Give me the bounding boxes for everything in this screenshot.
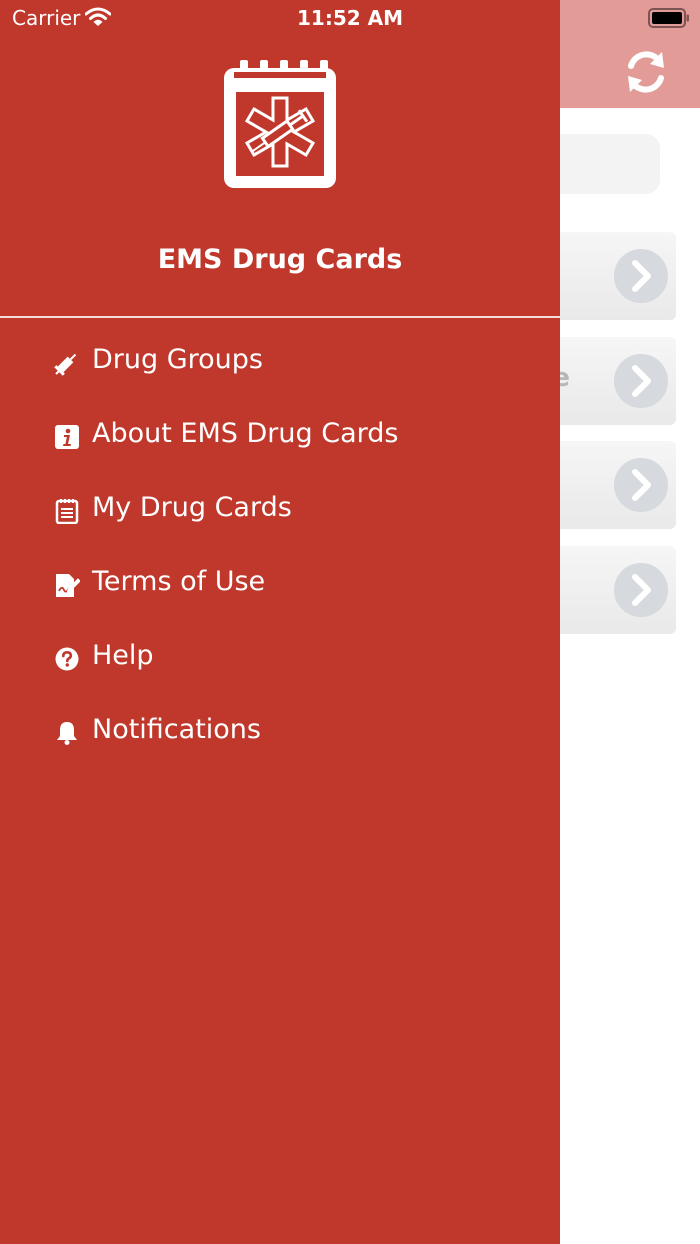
chevron-right-button[interactable] <box>614 249 668 303</box>
side-drawer: EMS Drug Cards Drug Groups About EMS Dru… <box>0 0 560 1244</box>
menu-item-terms-of-use[interactable]: Terms of Use <box>0 548 560 622</box>
chevron-right-button[interactable] <box>614 458 668 512</box>
screen: te <box>0 0 700 1244</box>
question-icon <box>55 647 79 671</box>
menu-item-label: Terms of Use <box>92 566 266 597</box>
menu-item-about[interactable]: About EMS Drug Cards <box>0 400 560 474</box>
menu-item-label: About EMS Drug Cards <box>92 418 399 449</box>
syringe-icon <box>54 353 77 376</box>
chevron-right-button[interactable] <box>614 354 668 408</box>
menu-item-help[interactable]: Help <box>0 622 560 696</box>
chevron-right-button[interactable] <box>614 563 668 617</box>
menu-item-label: Help <box>92 640 154 671</box>
chevron-right-icon <box>632 260 651 292</box>
menu-item-drug-groups[interactable]: Drug Groups <box>0 326 560 400</box>
menu-item-label: Notifications <box>92 714 261 745</box>
refresh-icon <box>628 51 664 93</box>
refresh-button[interactable] <box>622 48 670 96</box>
signature-icon <box>56 574 80 597</box>
drawer-divider <box>0 316 560 318</box>
chevron-right-icon <box>632 574 651 606</box>
app-logo-icon <box>224 60 336 188</box>
notepad-icon <box>55 499 79 524</box>
menu-item-label: My Drug Cards <box>92 492 292 523</box>
chevron-right-icon <box>632 469 651 501</box>
battery-icon <box>648 8 689 28</box>
status-bar: Carrier 11:52 AM <box>0 0 700 36</box>
menu-item-label: Drug Groups <box>92 344 263 375</box>
status-time: 11:52 AM <box>296 6 403 30</box>
menu-item-notifications[interactable]: Notifications <box>0 696 560 770</box>
menu-item-my-drug-cards[interactable]: My Drug Cards <box>0 474 560 548</box>
drawer-menu: Drug Groups About EMS Drug Cards My Drug… <box>0 326 560 770</box>
bell-icon <box>57 722 77 745</box>
chevron-right-icon <box>632 365 651 397</box>
info-icon <box>55 425 79 449</box>
app-title: EMS Drug Cards <box>157 244 403 275</box>
